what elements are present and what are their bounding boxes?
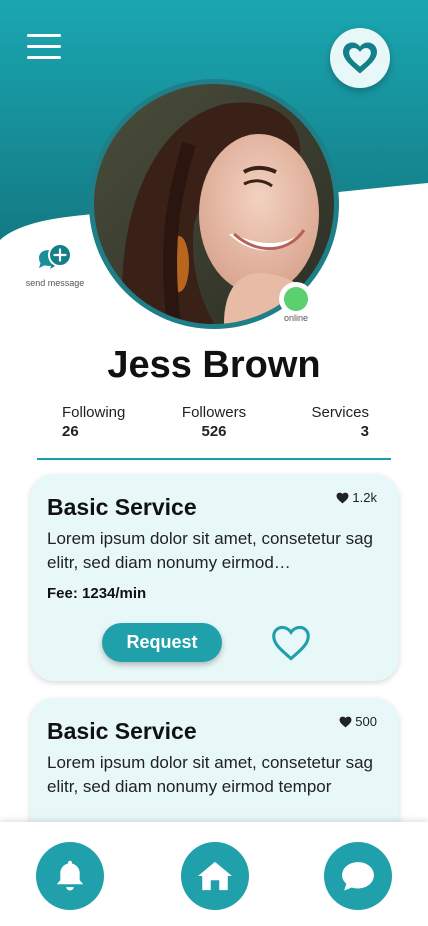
service-title: Basic Service <box>47 494 197 520</box>
bottom-navigation <box>0 822 428 926</box>
service-description: Lorem ipsum dolor sit amet, consetetur s… <box>47 753 373 796</box>
stat-label: Following <box>62 404 126 421</box>
favorite-button[interactable] <box>330 28 390 88</box>
menu-button[interactable] <box>27 34 63 62</box>
stat-label: Services <box>311 404 369 421</box>
service-fee: Fee: 1234/min <box>47 585 147 602</box>
likes-count: 500 <box>339 714 377 729</box>
send-message-label: send message <box>25 278 85 288</box>
likes-value: 500 <box>355 714 377 729</box>
chat-plus-icon <box>39 243 72 269</box>
divider <box>37 458 391 460</box>
stat-value: 526 <box>201 423 227 440</box>
notifications-button[interactable] <box>36 842 104 910</box>
chat-icon <box>342 862 374 891</box>
stat-followers[interactable]: Followers 526 <box>159 404 269 440</box>
hamburger-icon <box>27 34 61 37</box>
profile-stats: Following 26 Followers 526 Services 3 <box>37 404 391 440</box>
profile-name: Jess Brown <box>107 344 321 386</box>
online-indicator <box>279 282 313 316</box>
home-button[interactable] <box>181 842 249 910</box>
bell-icon <box>56 860 84 891</box>
request-button[interactable]: Request <box>102 623 222 662</box>
heart-icon <box>339 716 352 727</box>
service-card[interactable]: Basic Service 500 Lorem ipsum dolor sit … <box>30 698 399 822</box>
send-message-button[interactable]: send message <box>18 242 92 288</box>
stat-value: 3 <box>360 423 369 440</box>
heart-icon <box>343 42 377 74</box>
likes-count: 1.2k <box>336 490 377 505</box>
stat-label: Followers <box>181 404 247 421</box>
service-card[interactable]: Basic Service 1.2k Lorem ipsum dolor sit… <box>30 474 399 681</box>
stat-following[interactable]: Following 26 <box>37 404 147 440</box>
likes-value: 1.2k <box>352 490 377 505</box>
stat-services[interactable]: Services 3 <box>281 404 391 440</box>
like-heart-icon[interactable] <box>270 624 312 662</box>
service-title: Basic Service <box>47 718 197 744</box>
heart-icon <box>336 492 349 503</box>
messages-button[interactable] <box>324 842 392 910</box>
online-label: online <box>283 313 309 323</box>
stat-value: 26 <box>62 423 79 440</box>
home-icon <box>198 861 232 891</box>
service-description: Lorem ipsum dolor sit amet, consetetur s… <box>47 529 373 572</box>
